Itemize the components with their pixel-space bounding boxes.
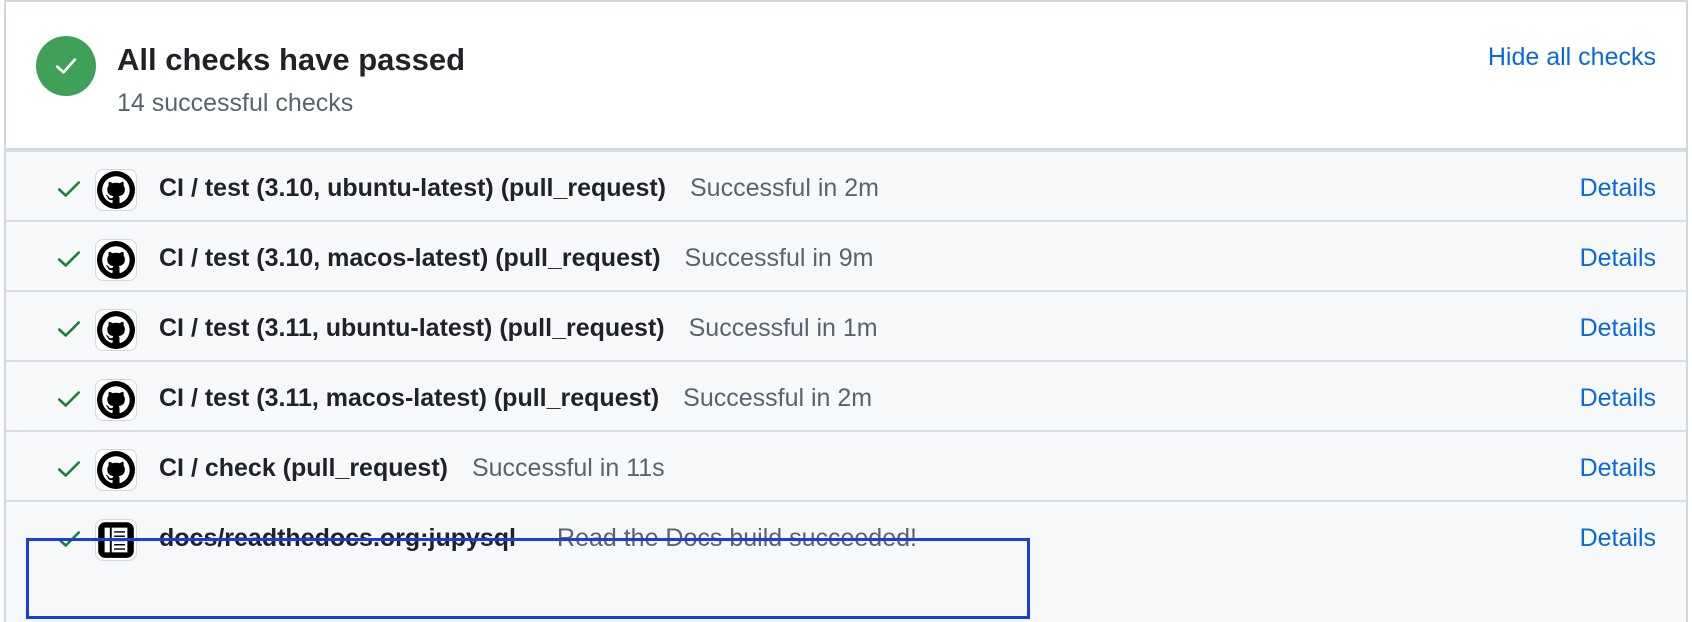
check-name: CI / test (3.11, macos-latest) (pull_req… <box>159 384 660 412</box>
check-icon <box>57 531 81 547</box>
check-status: Successful in 1m <box>688 314 878 342</box>
check-row: docs/readthedocs.org:jupysql — Read the … <box>6 500 1686 575</box>
check-name: CI / test (3.10, ubuntu-latest) (pull_re… <box>159 174 666 202</box>
check-name: CI / check (pull_request) <box>159 454 448 482</box>
details-link[interactable]: Details <box>1580 362 1656 435</box>
checks-list: CI / test (3.10, ubuntu-latest) (pull_re… <box>6 150 1686 622</box>
check-name: CI / test (3.10, macos-latest) (pull_req… <box>159 244 661 272</box>
check-icon <box>57 321 81 337</box>
github-icon[interactable] <box>95 169 137 211</box>
check-icon <box>57 391 81 407</box>
check-icon <box>57 181 81 197</box>
github-icon[interactable] <box>95 379 137 421</box>
check-separator: — <box>524 524 550 552</box>
check-status: Successful in 11s <box>471 454 665 482</box>
github-icon[interactable] <box>95 309 137 351</box>
details-link[interactable]: Details <box>1580 292 1656 365</box>
check-row: CI / test (3.10, ubuntu-latest) (pull_re… <box>6 150 1686 225</box>
check-status: Successful in 2m <box>690 174 879 202</box>
github-icon[interactable] <box>95 239 137 281</box>
check-row: CI / check (pull_request) Successful in … <box>6 430 1686 505</box>
details-link[interactable]: Details <box>1580 502 1656 575</box>
check-icon <box>57 251 81 267</box>
check-status: Read the Docs build succeeded! <box>557 524 917 552</box>
check-row: CI / test (3.11, ubuntu-latest) (pull_re… <box>6 290 1686 365</box>
checks-title: All checks have passed <box>117 42 466 77</box>
check-row: CI / test (3.10, macos-latest) (pull_req… <box>6 220 1686 295</box>
check-name: CI / test (3.11, ubuntu-latest) (pull_re… <box>159 314 665 342</box>
details-link[interactable]: Details <box>1580 222 1656 295</box>
check-status: Successful in 2m <box>683 384 873 412</box>
details-link[interactable]: Details <box>1580 432 1656 505</box>
check-circle-icon <box>36 36 96 96</box>
details-link[interactable]: Details <box>1580 152 1656 225</box>
check-status: Successful in 9m <box>684 244 874 272</box>
checks-subtitle: 14 successful checks <box>117 89 354 117</box>
github-icon[interactable] <box>95 449 137 491</box>
checks-header: All checks have passed 14 successful che… <box>6 2 1686 150</box>
checks-panel: All checks have passed 14 successful che… <box>4 0 1688 622</box>
check-name: docs/readthedocs.org:jupysql <box>159 524 517 552</box>
check-icon <box>57 461 81 477</box>
check-row: CI / test (3.11, macos-latest) (pull_req… <box>6 360 1686 435</box>
readthedocs-icon[interactable] <box>95 519 137 561</box>
hide-all-checks-link[interactable]: Hide all checks <box>1488 40 1656 74</box>
